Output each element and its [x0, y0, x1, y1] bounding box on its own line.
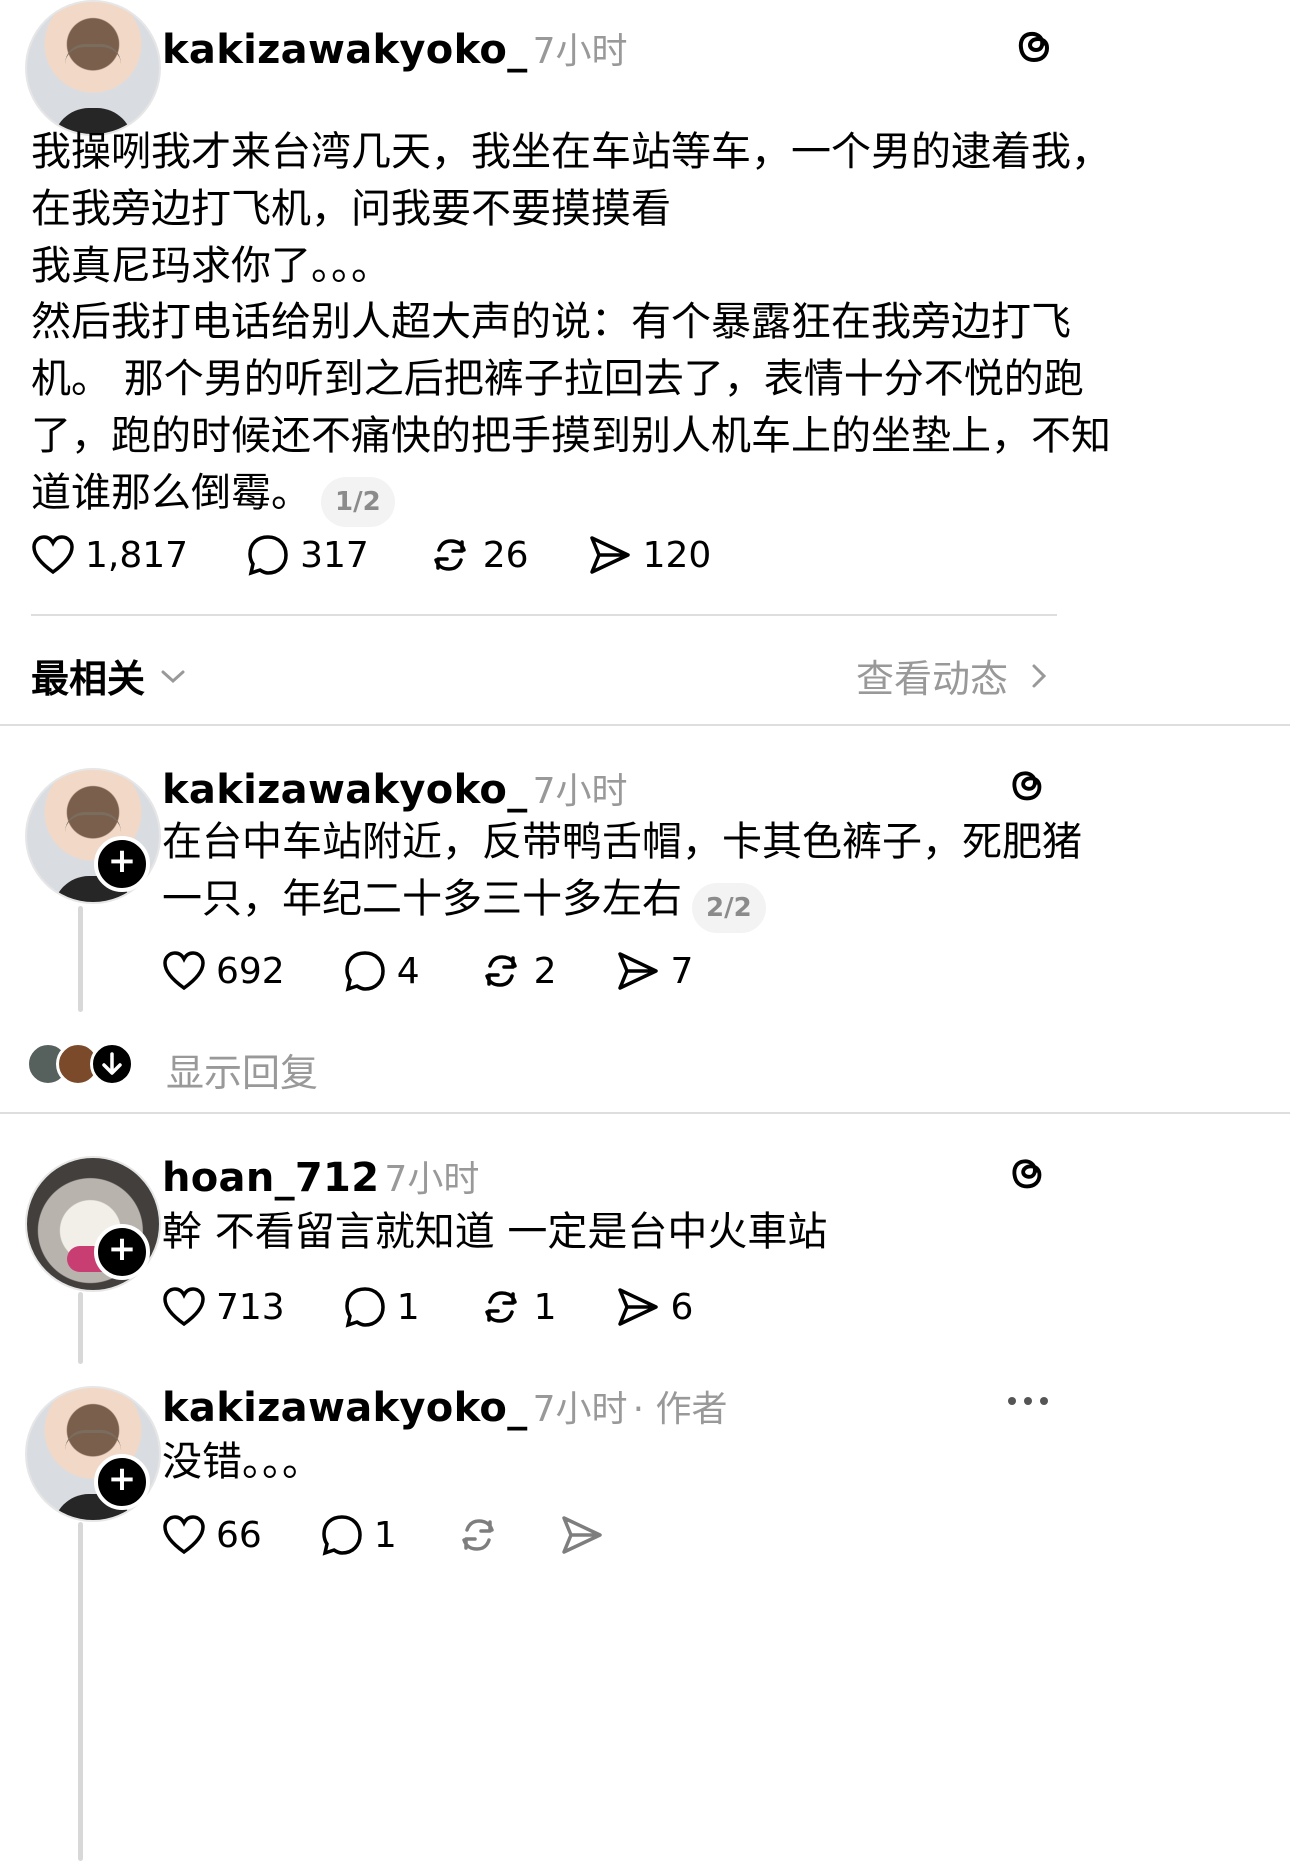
reply-text: 没错。。。 — [162, 1439, 322, 1485]
author-tag: · 作者 — [632, 1389, 728, 1430]
page-indicator: 2/2 — [692, 882, 766, 933]
follow-button[interactable]: + — [94, 836, 150, 892]
comment-icon — [344, 1287, 385, 1328]
share-button[interactable]: 7 — [615, 949, 694, 993]
reply-text-wrap: 在台中车站附近，反带鸭舌帽，卡其色裤子，死肥猪 一只，年纪二十多三十多左右 2/2 — [162, 814, 1262, 933]
like-count: 713 — [216, 1286, 285, 1328]
reply-actions: 692 4 2 7 — [162, 948, 751, 994]
post-text-2: 我真尼玛求你了。。。 — [31, 243, 391, 289]
share-icon — [617, 952, 658, 990]
thread-line — [78, 906, 83, 1012]
reply-header: hoan_712 7小时 — [162, 1150, 479, 1202]
comment-count: 1 — [396, 1286, 420, 1328]
post-actions: 1,817 317 26 120 — [31, 532, 769, 578]
divider — [31, 614, 1057, 616]
reply-text: 在台中车站附近，反带鸭舌帽，卡其色裤子，死肥猪 一只，年纪二十多三十多左右 — [162, 819, 1082, 922]
share-count: 120 — [642, 534, 712, 576]
view-activity-link[interactable]: 查看动态 — [856, 648, 1054, 703]
like-count: 692 — [216, 950, 285, 992]
comment-button[interactable]: 317 — [246, 533, 369, 577]
comment-button[interactable]: 4 — [343, 949, 420, 993]
reply-actions: 66 1 — [162, 1512, 663, 1558]
show-replies-row[interactable]: 显示回复 — [26, 1040, 426, 1095]
threads-icon[interactable] — [1010, 22, 1058, 74]
repost-icon — [484, 955, 517, 987]
comment-icon — [248, 535, 288, 576]
heart-icon — [163, 1287, 205, 1327]
username[interactable]: kakizawakyoko_ — [162, 767, 528, 813]
share-button[interactable]: 6 — [615, 1285, 694, 1329]
reply-actions: 713 1 1 6 — [162, 1284, 751, 1330]
post-text-3: 然后我打电话给别人超大声的说：有个暴露狂在我旁边打飞 机。 那个男的听到之后把裤… — [31, 299, 1111, 516]
reply-text: 幹 不看留言就知道 一定是台中火車站 — [162, 1209, 828, 1255]
repost-button[interactable] — [455, 1512, 501, 1558]
heart-icon — [32, 535, 74, 575]
comment-button[interactable]: 1 — [320, 1513, 397, 1557]
reply-time: 7小时 — [532, 771, 628, 812]
sort-dropdown[interactable]: 最相关 — [31, 648, 189, 703]
follow-button[interactable]: + — [94, 1454, 150, 1510]
repost-count: 1 — [533, 1286, 557, 1328]
comment-icon — [344, 951, 385, 992]
page-indicator: 1/2 — [321, 476, 395, 527]
reply-header: kakizawakyoko_ 7小时 — [162, 762, 628, 814]
share-count: 7 — [670, 950, 694, 992]
repost-count: 2 — [533, 950, 557, 992]
arrow-down-icon — [90, 1042, 134, 1086]
more-icon[interactable] — [1006, 1386, 1050, 1420]
avatar[interactable] — [25, 0, 161, 136]
share-icon — [617, 1288, 658, 1326]
share-button[interactable] — [559, 1513, 605, 1557]
comment-icon — [322, 1515, 362, 1556]
chevron-down-icon — [161, 670, 185, 683]
share-icon — [561, 1516, 602, 1554]
section-divider — [0, 724, 1290, 726]
threads-icon[interactable] — [1004, 1150, 1050, 1200]
reply-time: 7小时 — [532, 1389, 628, 1430]
show-replies-label: 显示回复 — [166, 1051, 319, 1095]
post-text-3-wrap: 然后我打电话给别人超大声的说：有个暴露狂在我旁边打飞 机。 那个男的听到之后把裤… — [31, 294, 1261, 527]
heart-icon — [163, 1515, 205, 1555]
share-button[interactable]: 120 — [587, 533, 712, 577]
section-divider — [0, 1112, 1290, 1114]
threads-icon[interactable] — [1004, 762, 1050, 812]
follow-button[interactable]: + — [94, 1224, 150, 1280]
username[interactable]: kakizawakyoko_ — [162, 1385, 528, 1431]
thread-line — [78, 1292, 83, 1364]
repost-button[interactable]: 1 — [478, 1284, 557, 1330]
post-time: 7小时 — [532, 31, 628, 72]
like-count: 66 — [216, 1514, 262, 1556]
thread-line — [78, 1522, 83, 1861]
post-header: kakizawakyoko_ 7小时 — [162, 22, 628, 74]
repost-icon — [461, 1519, 494, 1551]
repost-count: 26 — [482, 534, 529, 576]
repost-icon — [484, 1291, 517, 1323]
like-button[interactable]: 713 — [162, 1286, 285, 1328]
comment-button[interactable]: 1 — [343, 1285, 420, 1329]
like-button[interactable]: 66 — [162, 1514, 262, 1556]
share-icon — [589, 536, 630, 574]
repost-icon — [434, 539, 466, 571]
like-button[interactable]: 1,817 — [31, 534, 188, 576]
post-text: 我操咧我才来台湾几天，我坐在车站等车，一个男的逮着我， 在我旁边打飞机，问我要不… — [31, 129, 1111, 232]
like-count: 1,817 — [85, 534, 189, 576]
view-activity-label: 查看动态 — [856, 657, 1009, 701]
sort-label: 最相关 — [31, 657, 146, 701]
share-count: 6 — [670, 1286, 694, 1328]
like-button[interactable]: 692 — [162, 950, 285, 992]
username[interactable]: hoan_712 — [162, 1155, 379, 1201]
comment-count: 317 — [300, 534, 369, 576]
chevron-right-icon — [1032, 664, 1047, 687]
comment-count: 1 — [373, 1514, 397, 1556]
heart-icon — [163, 951, 205, 991]
reply-header: kakizawakyoko_ 7小时 · 作者 — [162, 1380, 727, 1432]
repost-button[interactable]: 26 — [427, 532, 529, 578]
comment-count: 4 — [396, 950, 420, 992]
repost-button[interactable]: 2 — [478, 948, 557, 994]
reply-time: 7小时 — [384, 1159, 480, 1200]
username[interactable]: kakizawakyoko_ — [162, 27, 528, 73]
